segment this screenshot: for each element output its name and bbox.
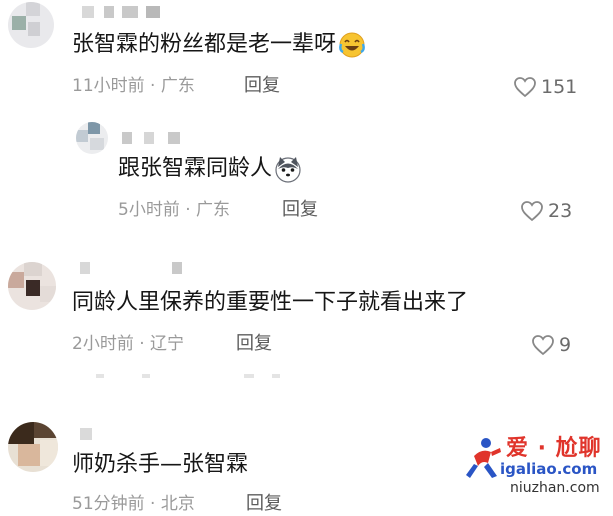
like-count: 151 xyxy=(541,76,578,98)
heart-outline-icon xyxy=(521,201,543,222)
comment-meta: 11小时前 · 广东 xyxy=(72,74,195,98)
comment-text: 跟张智霖同龄人 xyxy=(118,154,302,184)
avatar[interactable] xyxy=(8,2,54,48)
comment-3: 同龄人里保养的重要性一下子就看出来了 2小时前 · 辽宁 回复 9 xyxy=(0,252,613,370)
comment-1: 张智霖的粉丝都是老一辈呀 11小时前 · 广东 回复 151 xyxy=(0,0,613,112)
username-blurred[interactable] xyxy=(122,132,184,144)
like-button[interactable]: 23 xyxy=(520,198,572,224)
like-count: 23 xyxy=(548,200,573,222)
reply-button[interactable]: 回复 xyxy=(236,332,272,356)
comment-text-content: 张智霖的粉丝都是老一辈呀 xyxy=(72,32,337,57)
username-blurred[interactable] xyxy=(80,262,184,274)
comment-meta: 2小时前 · 辽宁 xyxy=(72,332,184,356)
comment-text: 张智霖的粉丝都是老一辈呀 xyxy=(72,30,366,60)
comment-text: 同龄人里保养的重要性一下子就看出来了 xyxy=(72,288,468,318)
avatar[interactable] xyxy=(76,122,108,154)
avatar[interactable] xyxy=(8,422,58,472)
comment-text: 师奶杀手—张智霖 xyxy=(72,450,248,480)
comment-location: 广东 xyxy=(196,200,231,220)
separator-dot: · xyxy=(139,334,145,354)
username-blurred[interactable] xyxy=(80,428,100,440)
comment-time: 51分钟前 xyxy=(72,494,145,514)
site-watermark: 爱 · 尬聊 igaliao.com niuzhan.com xyxy=(440,418,610,498)
separator-dot: · xyxy=(185,200,191,220)
comment-location: 北京 xyxy=(160,494,195,514)
comment-2-reply: 跟张智霖同龄人 5小时前 · 广东 回复 23 xyxy=(0,112,613,232)
comment-text-content: 同龄人里保养的重要性一下子就看出来了 xyxy=(72,290,469,315)
username-blurred[interactable] xyxy=(82,6,162,18)
like-count: 9 xyxy=(559,334,572,356)
reply-button[interactable]: 回复 xyxy=(282,198,318,222)
laughing-emoji-icon xyxy=(339,32,365,58)
watermark-url-secondary: niuzhan.com xyxy=(510,480,600,496)
watermark-title: 爱 · 尬聊 xyxy=(506,436,602,461)
avatar[interactable] xyxy=(8,262,56,310)
comment-text-content: 师奶杀手—张智霖 xyxy=(72,452,249,477)
watermark-url: igaliao.com xyxy=(500,460,598,478)
comment-location: 辽宁 xyxy=(150,334,185,354)
comment-location: 广东 xyxy=(160,76,195,96)
separator-dot: · xyxy=(150,494,156,514)
husky-dog-emoji-icon xyxy=(275,157,301,183)
like-button[interactable]: 9 xyxy=(531,332,571,358)
comment-time: 11小时前 xyxy=(72,76,145,96)
comment-meta: 5小时前 · 广东 xyxy=(118,198,230,222)
comment-time: 5小时前 xyxy=(118,200,180,220)
separator-dot: · xyxy=(150,76,156,96)
comment-text-content: 跟张智霖同龄人 xyxy=(118,156,273,181)
heart-outline-icon xyxy=(514,77,536,98)
comment-meta: 51分钟前 · 北京 xyxy=(72,492,195,516)
collapsed-divider xyxy=(96,372,286,380)
like-button[interactable]: 151 xyxy=(513,74,577,100)
reply-button[interactable]: 回复 xyxy=(244,74,280,98)
reply-button[interactable]: 回复 xyxy=(246,492,282,516)
running-figure-logo-icon xyxy=(466,438,501,478)
comment-time: 2小时前 xyxy=(72,334,134,354)
heart-outline-icon xyxy=(532,335,554,356)
